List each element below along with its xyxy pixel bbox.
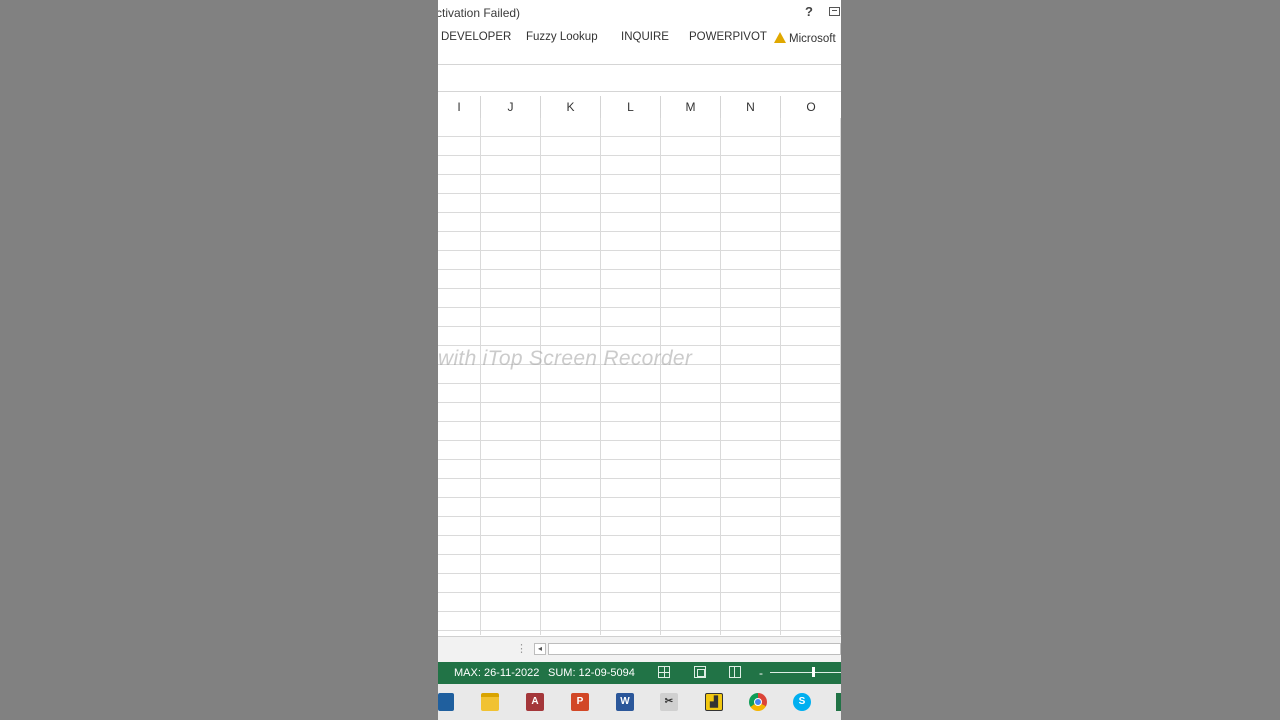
gridline (660, 118, 661, 635)
word-icon[interactable]: W (616, 693, 634, 711)
zoom-slider[interactable] (770, 672, 841, 673)
ribbon-display-options-icon[interactable] (829, 7, 840, 16)
column-header-n[interactable]: N (721, 96, 781, 118)
zoom-slider-thumb[interactable] (812, 667, 815, 677)
column-header-l[interactable]: L (601, 96, 661, 118)
tab-microsoft-label: Microsoft (789, 33, 836, 45)
title-bar: ctivation Failed) ? (438, 0, 841, 26)
window-title: ctivation Failed) (438, 6, 521, 20)
tab-microsoft[interactable]: Microsoft (774, 31, 836, 45)
column-header-k[interactable]: K (541, 96, 601, 118)
tools-icon[interactable]: ✂ (660, 693, 678, 711)
gridline (540, 118, 541, 635)
gridline (480, 118, 481, 635)
formula-bar[interactable] (438, 64, 841, 92)
gridline (600, 118, 601, 635)
normal-view-icon[interactable] (658, 666, 670, 678)
tab-powerpivot[interactable]: POWERPIVOT (689, 31, 767, 43)
tab-fuzzy-lookup[interactable]: Fuzzy Lookup (526, 31, 598, 43)
ribbon-tabs: DEVELOPER Fuzzy Lookup INQUIRE POWERPIVO… (438, 26, 841, 50)
column-header-i[interactable]: I (438, 96, 481, 118)
excel-window: ctivation Failed) ? DEVELOPER Fuzzy Look… (438, 0, 841, 720)
splitter-handle-icon[interactable]: ⋮ (516, 642, 527, 655)
tab-inquire[interactable]: INQUIRE (621, 31, 669, 43)
column-header-m[interactable]: M (661, 96, 721, 118)
warning-icon (774, 32, 786, 43)
chrome-icon[interactable] (749, 693, 767, 711)
horizontal-scrollbar[interactable] (548, 643, 841, 655)
column-headers: I J K L M N O (438, 96, 841, 119)
powerpoint-icon[interactable]: P (571, 693, 589, 711)
status-bar: MAX: 26-11-2022 SUM: 12-09-5094 - (438, 662, 841, 684)
help-button[interactable]: ? (805, 4, 813, 19)
status-max: MAX: 26-11-2022 (454, 667, 540, 679)
power-bi-icon[interactable]: ▟ (705, 693, 723, 711)
skype-icon[interactable]: S (793, 693, 811, 711)
file-explorer-icon[interactable] (481, 693, 499, 711)
column-header-j[interactable]: J (481, 96, 541, 118)
zoom-out-button[interactable]: - (759, 666, 763, 680)
page-layout-view-icon[interactable] (694, 666, 706, 678)
taskbar: A P W ✂ ▟ S (438, 684, 841, 720)
tab-developer[interactable]: DEVELOPER (441, 31, 511, 43)
sheet-tab-bar: ⋮ ◂ (438, 636, 841, 663)
status-sum: SUM: 12-09-5094 (548, 667, 635, 679)
excel-icon[interactable] (836, 693, 841, 711)
gridline (840, 118, 841, 635)
column-header-o[interactable]: O (781, 96, 841, 118)
gridline (780, 118, 781, 635)
recorder-watermark: with iTop Screen Recorder (438, 347, 693, 370)
page-break-preview-icon[interactable] (729, 666, 741, 678)
scroll-left-button[interactable]: ◂ (534, 643, 546, 655)
store-icon[interactable] (438, 693, 454, 711)
access-icon[interactable]: A (526, 693, 544, 711)
gridline (720, 118, 721, 635)
